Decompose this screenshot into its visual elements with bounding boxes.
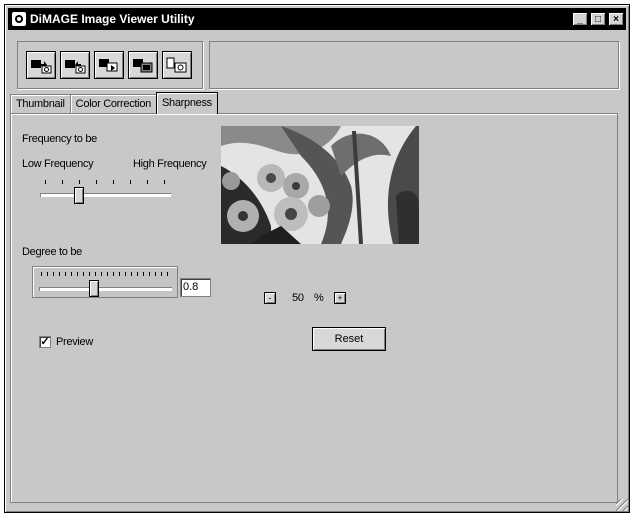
frequency-tick <box>130 180 131 184</box>
frequency-tick <box>96 180 97 184</box>
reset-button[interactable]: Reset <box>312 327 386 351</box>
tab-thumbnail[interactable]: Thumbnail <box>10 94 71 114</box>
preview-label: Preview <box>56 336 94 348</box>
high-frequency-label: High Frequency <box>133 158 207 170</box>
degree-slider-ticks <box>41 272 169 276</box>
frequency-label: Frequency to be <box>22 133 97 145</box>
frequency-tick <box>147 180 148 184</box>
frequency-tick <box>164 180 165 184</box>
orchid-preview-picture <box>221 126 419 244</box>
camera-settings-icon <box>166 57 187 73</box>
frequency-tick <box>113 180 114 184</box>
maximize-button[interactable]: □ <box>590 12 606 26</box>
camera-settings-button[interactable] <box>162 51 192 79</box>
app-logo-icon <box>12 12 26 26</box>
tab-color-correction[interactable]: Color Correction <box>69 94 157 114</box>
toolbar <box>17 41 203 89</box>
frequency-slider-thumb[interactable] <box>74 187 84 204</box>
save-camera-button[interactable] <box>60 51 90 79</box>
low-frequency-label: Low Frequency <box>22 158 94 170</box>
open-camera-button[interactable] <box>26 51 56 79</box>
frequency-tick <box>45 180 46 184</box>
frequency-tick <box>62 180 63 184</box>
title-bar[interactable]: DiMAGE Image Viewer Utility _ □ × <box>8 8 626 30</box>
zoom-unit: % <box>314 292 324 304</box>
status-panel <box>209 41 619 89</box>
tab-strip: Thumbnail Color Correction Sharpness <box>10 92 218 114</box>
transfer-button[interactable] <box>94 51 124 79</box>
resize-grip-icon[interactable] <box>616 499 628 511</box>
preview-image <box>221 126 419 244</box>
zoom-in-button[interactable]: + <box>334 292 346 304</box>
degree-value-field[interactable]: 0.8 <box>180 278 211 297</box>
tab-sharpness[interactable]: Sharpness <box>155 92 218 114</box>
degree-slider[interactable] <box>32 266 178 298</box>
degree-label: Degree to be <box>22 246 82 258</box>
frequency-tick <box>79 180 80 184</box>
preview-checkbox[interactable]: ✓ <box>39 336 51 348</box>
window-title: DiMAGE Image Viewer Utility <box>30 12 195 26</box>
degree-slider-thumb[interactable] <box>89 280 99 297</box>
degree-slider-track <box>39 287 172 291</box>
exchange-icon <box>133 59 153 73</box>
close-button[interactable]: × <box>608 12 624 26</box>
zoom-value: 50 <box>292 292 304 304</box>
save-camera-icon <box>65 60 86 74</box>
frequency-slider-track <box>40 193 171 197</box>
transfer-icon <box>99 59 118 72</box>
open-camera-icon <box>31 60 52 74</box>
exchange-button[interactable] <box>128 51 158 79</box>
minimize-button[interactable]: _ <box>572 12 588 26</box>
zoom-out-button[interactable]: - <box>264 292 276 304</box>
